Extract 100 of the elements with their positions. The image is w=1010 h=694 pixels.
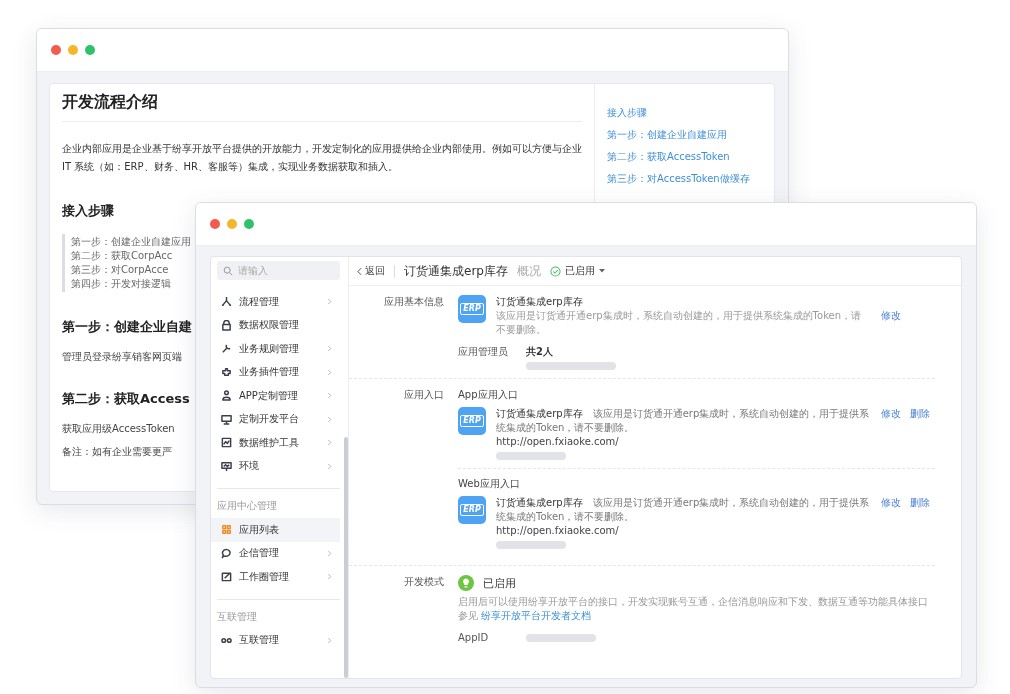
section-heading: 第一步：创建企业自建 (62, 318, 192, 336)
menu-item[interactable]: 定制开发平台 (211, 407, 340, 431)
toc-link[interactable]: 接入步骤 (607, 106, 774, 120)
body-text: 管理员登录纷享销客网页端 (62, 350, 182, 364)
menu-icon (221, 319, 232, 331)
menu-label: 工作圈管理 (239, 569, 290, 584)
menu-item[interactable]: 企信管理 (211, 541, 340, 565)
menu-label: 业务插件管理 (239, 365, 300, 380)
dev-mode-description: 启用后可以使用纷享开放平台的接口，开发实现账号互通，企信消息响应和下发、数据互通等功能具体接口参见 纷享开放平台开发者文档 (458, 595, 929, 623)
entry-title: App应用入口 (458, 388, 519, 402)
section-heading: 第二步：获取Access (62, 390, 190, 408)
erp-app-icon: ERP (458, 407, 486, 435)
chevron-right-icon (327, 439, 332, 447)
menu-icon (221, 390, 232, 402)
close-dot[interactable] (210, 219, 220, 229)
erp-app-icon: ERP (458, 496, 486, 524)
search-icon (223, 265, 233, 276)
menu-icon (221, 437, 232, 449)
entry-url: http://open.fxiaoke.com/ (496, 435, 620, 449)
maximize-dot[interactable] (244, 219, 254, 229)
chevron-right-icon (327, 462, 332, 470)
action-link[interactable]: 修改 (881, 309, 901, 337)
minimize-dot[interactable] (227, 219, 237, 229)
section-label: 应用入口 (403, 388, 445, 402)
menu-icon (221, 524, 232, 536)
app-title: 订货通集成erp库存 (404, 262, 508, 280)
minimize-dot[interactable] (68, 45, 78, 55)
action-link[interactable]: 删除 (910, 496, 930, 549)
intro-paragraph: 企业内部应用是企业基于纷享开放平台提供的开放能力，开发定制化的应用提供给企业内部使用。例如可以方便与企业 IT 系统（如：ERP、财务、HR、客服等）集成，实现业务数据获取和插入。 (62, 142, 582, 174)
menu-item[interactable]: 数据权限管理 (211, 313, 340, 337)
section-heading: 接入步骤 (62, 202, 114, 220)
search-field[interactable]: 请输入 (217, 261, 340, 280)
menu-label: 环境 (239, 459, 260, 474)
chevron-right-icon (327, 549, 332, 557)
menu-label: 流程管理 (239, 294, 280, 309)
chevron-right-icon (327, 415, 332, 423)
field-label: AppID (458, 631, 490, 645)
chevron-right-icon (327, 636, 332, 644)
section-label: 应用基本信息 (383, 295, 445, 309)
chevron-right-icon (327, 298, 332, 306)
menu-item[interactable]: APP定制管理 (211, 384, 340, 408)
menu-icon (221, 296, 232, 308)
toc-link[interactable]: 第一步：创建企业自建应用 (607, 128, 774, 142)
menu-icon (221, 413, 232, 425)
menu-item[interactable]: 工作圈管理 (211, 565, 340, 589)
entry-title: Web应用入口 (458, 477, 521, 491)
scrollbar-thumb[interactable] (344, 437, 348, 678)
group-label: 应用中心管理 (216, 499, 278, 513)
action-link[interactable]: 修改 (881, 496, 901, 549)
menu-label: 数据权限管理 (239, 318, 300, 333)
close-dot[interactable] (51, 45, 61, 55)
step-item: 第二步：获取CorpAcc (71, 249, 173, 263)
entry-url: http://open.fxiaoke.com/ (496, 524, 620, 538)
redacted-text-bar (496, 452, 566, 460)
action-link[interactable]: 修改 (881, 407, 901, 460)
menu-item[interactable]: 流程管理 (211, 290, 340, 314)
menu-label: 企信管理 (239, 546, 280, 561)
toc-link[interactable]: 第三步：对AccessToken做缓存 (607, 172, 774, 186)
body-text: 备注：如有企业需要更严 (62, 445, 172, 459)
chevron-right-icon (327, 345, 332, 353)
step-item: 第一步：创建企业自建应用 (71, 235, 191, 249)
field-label: 应用管理员 (458, 345, 509, 359)
entry-description: 订货通集成erp库存 该应用是订货通开通erp集成时，系统自动创建的，用于提供系统集成的Token，请不要删除。 (496, 496, 871, 524)
menu-icon (221, 366, 232, 378)
group-label: 互联管理 (216, 609, 258, 624)
back-link[interactable]: 返回 (357, 264, 385, 278)
redacted-text-bar (496, 541, 566, 549)
status-label: 已启用 (483, 575, 516, 591)
menu-icon (221, 343, 232, 355)
docs-link[interactable]: 纷享开放平台开发者文档 (481, 610, 592, 621)
maximize-dot[interactable] (85, 45, 95, 55)
step-item: 第四步：开发对接逻辑 (71, 277, 171, 291)
toc-link[interactable]: 第二步：获取AccessToken (607, 150, 774, 164)
menu-label: 定制开发平台 (239, 412, 300, 427)
menu-item[interactable]: 数据维护工具 (211, 431, 340, 455)
menu-item[interactable]: 业务插件管理 (211, 360, 340, 384)
menu-item[interactable]: 环境 (211, 454, 340, 478)
menu-icon (221, 547, 232, 559)
menu-icon (221, 460, 232, 472)
erp-app-icon: ERP (458, 295, 486, 323)
menu-item[interactable]: 应用列表 (211, 518, 340, 542)
menu-label: 应用列表 (239, 522, 280, 537)
chevron-right-icon (327, 392, 332, 400)
menu-item[interactable]: 互联管理 (211, 628, 340, 652)
status-dropdown[interactable]: 已启用 (549, 264, 605, 278)
check-circle-icon (549, 265, 561, 277)
menu-item[interactable]: 业务规则管理 (211, 337, 340, 361)
chevron-left-icon (357, 266, 362, 276)
redacted-text-bar (526, 634, 596, 642)
section-label: 开发模式 (403, 575, 445, 589)
action-link[interactable]: 删除 (910, 407, 930, 460)
body-text: 获取应用级AccessToken (62, 422, 175, 436)
chevron-right-icon (327, 368, 332, 376)
app-name: 订货通集成erp库存 (496, 295, 584, 309)
menu-icon (221, 571, 232, 583)
admin-count: 共2人 (526, 345, 554, 359)
page-heading: 开发流程介绍 (62, 92, 582, 122)
app-description: 该应用是订货通开通erp集成时，系统自动创建的，用于提供系统集成的Token，请不要删除。 (496, 309, 863, 337)
step-item: 第三步：对CorpAcce (71, 263, 169, 277)
chevron-right-icon (327, 573, 332, 581)
